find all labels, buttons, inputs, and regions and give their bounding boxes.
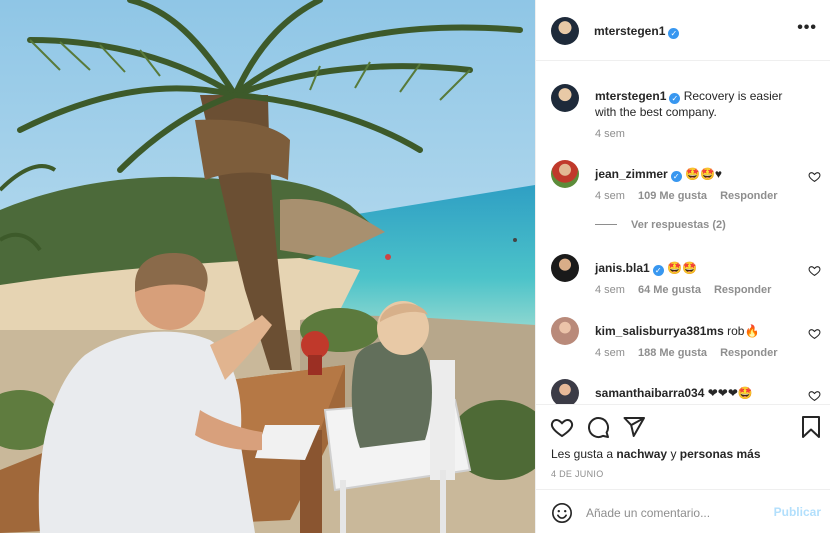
more-options-icon[interactable]: ••• [797, 19, 817, 37]
comment-item: samanthaibarra034 ❤❤❤🤩 [551, 379, 821, 404]
comment-text: rob🔥 [727, 324, 760, 338]
comment-username[interactable]: kim_salisburrya381ms [595, 324, 724, 338]
comment-username[interactable]: samanthaibarra034 [595, 386, 704, 400]
comments-list[interactable]: mterstegen1 ✓ Recovery is easier with the… [536, 62, 830, 404]
comment-text-block: kim_salisburrya381ms rob🔥 [595, 323, 805, 339]
post-photo-illustration [0, 0, 535, 533]
bookmark-icon[interactable] [799, 415, 823, 439]
heart-icon[interactable] [808, 264, 821, 277]
comment-text-block: jean_zimmer ✓ 🤩🤩♥ [595, 166, 805, 182]
comment-avatar[interactable] [551, 160, 579, 188]
comment-composer: Publicar [536, 489, 830, 533]
reply-button[interactable]: Responder [720, 347, 777, 359]
replies-divider [595, 224, 617, 225]
comment-time[interactable]: 4 sem [595, 284, 625, 296]
comment-text: 🤩🤩♥ [685, 167, 723, 181]
comment-username[interactable]: jean_zimmer [595, 167, 668, 181]
comment-time[interactable]: 4 sem [595, 347, 625, 359]
comment-likes[interactable]: 188 Me gusta [638, 347, 707, 359]
verified-badge: ✓ [670, 171, 682, 182]
caption-avatar[interactable] [551, 84, 579, 112]
comment-meta: 4 sem 64 Me gusta Responder [595, 284, 784, 296]
post-side-panel: mterstegen1 ✓ ••• mterstegen1 ✓ Recovery i… [535, 0, 830, 533]
share-icon[interactable] [622, 415, 646, 439]
likes-others-link[interactable]: personas más [680, 447, 761, 461]
post-photo[interactable] [0, 0, 535, 533]
author-username[interactable]: mterstegen1 [594, 24, 665, 38]
heart-icon[interactable] [808, 389, 821, 402]
publish-button[interactable]: Publicar [774, 505, 821, 519]
comment-avatar[interactable] [551, 317, 579, 345]
caption-meta: 4 sem [595, 128, 638, 140]
reply-button[interactable]: Responder [720, 190, 777, 202]
caption-text-block: mterstegen1 ✓ Recovery is easier with the… [595, 88, 805, 120]
verified-badge: ✓ [652, 265, 664, 276]
heart-icon[interactable] [808, 327, 821, 340]
reply-button[interactable]: Responder [714, 284, 771, 296]
post-actions: Les gusta a nachway y personas más 4 DE … [536, 404, 830, 488]
likes-joiner: y [670, 447, 677, 461]
caption-block: mterstegen1 ✓ Recovery is easier with the… [551, 82, 821, 152]
comment-username[interactable]: janis.bla1 [595, 261, 650, 275]
comment-likes[interactable]: 109 Me gusta [638, 190, 707, 202]
author-avatar[interactable] [551, 17, 579, 45]
comment-meta: 4 sem 188 Me gusta Responder [595, 347, 791, 359]
comment-meta: 4 sem 109 Me gusta Responder [595, 190, 791, 202]
heart-icon[interactable] [550, 415, 574, 439]
instagram-post-modal: mterstegen1 ✓ ••• mterstegen1 ✓ Recovery i… [0, 0, 830, 533]
comment-text-block: janis.bla1 ✓ 🤩🤩 [595, 260, 805, 276]
comment-icon[interactable] [586, 415, 610, 439]
comment-item: janis.bla1 ✓ 🤩🤩 4 sem 64 Me gusta Responder [551, 254, 821, 304]
comment-text: 🤩🤩 [667, 261, 697, 275]
likes-summary: Les gusta a nachway y personas más [551, 447, 761, 461]
comment-avatar[interactable] [551, 254, 579, 282]
verified-badge: ✓ [668, 28, 680, 39]
comment-item: jean_zimmer ✓ 🤩🤩♥ 4 sem 109 Me gusta Respon… [551, 160, 821, 232]
view-replies-text: Ver respuestas (2) [631, 219, 726, 231]
comment-input[interactable] [586, 503, 766, 523]
comment-avatar[interactable] [551, 379, 579, 404]
caption-time[interactable]: 4 sem [595, 128, 625, 140]
emoji-icon[interactable] [551, 502, 573, 524]
post-date[interactable]: 4 DE JUNIO [551, 469, 604, 479]
comment-time[interactable]: 4 sem [595, 190, 625, 202]
caption-username[interactable]: mterstegen1 [595, 89, 666, 103]
likes-prefix: Les gusta a [551, 447, 614, 461]
comment-item: kim_salisburrya381ms rob🔥 4 sem 188 Me gu… [551, 317, 821, 367]
verified-badge: ✓ [669, 93, 681, 104]
author-name-row: mterstegen1 ✓ [594, 24, 680, 39]
comment-text-block: samanthaibarra034 ❤❤❤🤩 [595, 385, 805, 401]
view-replies-link[interactable]: Ver respuestas (2) [595, 219, 726, 231]
comment-text: ❤❤❤🤩 [707, 386, 753, 400]
heart-icon[interactable] [808, 170, 821, 183]
comment-likes[interactable]: 64 Me gusta [638, 284, 701, 296]
likes-user-link[interactable]: nachway [616, 447, 667, 461]
post-header: mterstegen1 ✓ ••• [536, 0, 830, 61]
